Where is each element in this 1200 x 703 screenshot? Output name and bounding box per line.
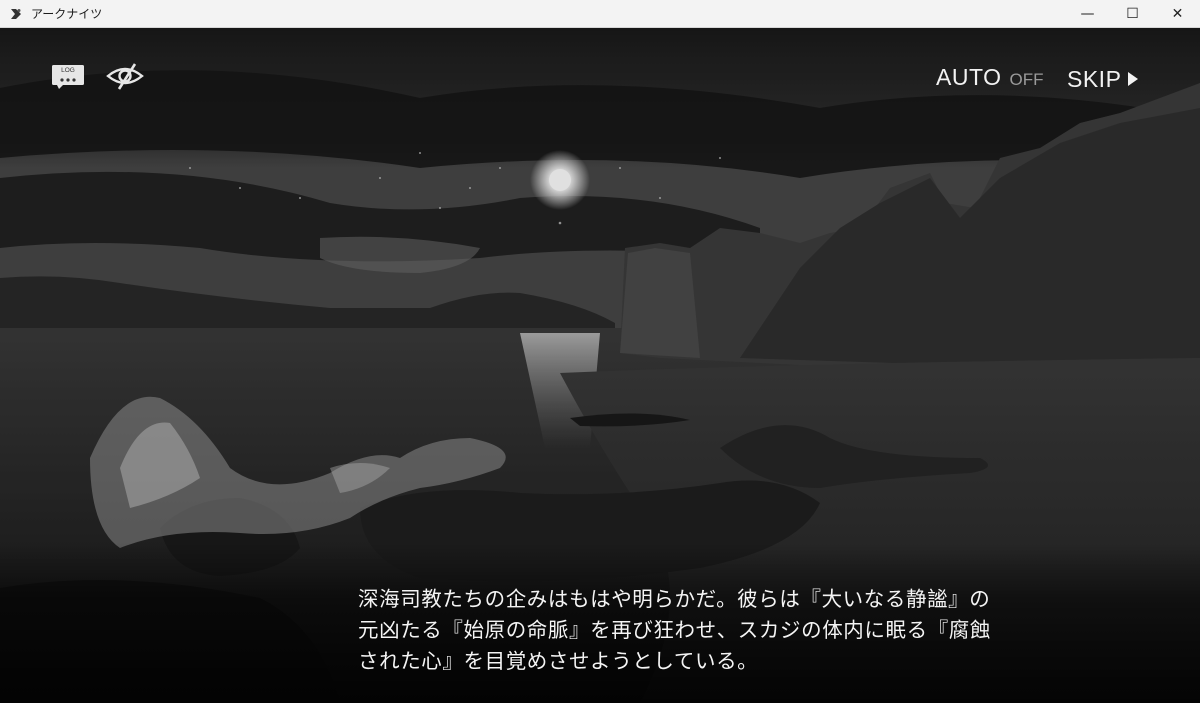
minimize-icon: — <box>1080 6 1095 22</box>
dialogue-line: された心』を目覚めさせようとしている。 <box>358 649 759 673</box>
hide-ui-button[interactable] <box>105 60 145 92</box>
auto-state: OFF <box>1009 70 1044 89</box>
log-button[interactable]: LOG <box>51 64 85 90</box>
dialogue-box[interactable]: 深海司教たちの企みはもはや明らかだ。彼らは『大いなる静謐』の 元凶たる『始原の命… <box>358 584 1048 677</box>
dialogue-line: 深海司教たちの企みはもはや明らかだ。彼らは『大いなる静謐』の <box>358 587 991 611</box>
arknights-logo-icon <box>11 8 21 19</box>
eye-slash-icon <box>106 63 144 90</box>
close-icon: ✕ <box>1171 6 1184 22</box>
window-controls: — ☐ ✕ <box>1065 0 1200 28</box>
auto-button[interactable]: AUTO OFF <box>936 64 1043 94</box>
skip-label: SKIP <box>1067 65 1122 92</box>
minimize-button[interactable]: — <box>1065 0 1110 28</box>
window-titlebar: アークナイツ — ☐ ✕ <box>0 0 1200 28</box>
dialogue-line: 元凶たる『始原の命脈』を再び狂わせ、スカジの体内に眠る『腐蝕 <box>358 618 991 642</box>
maximize-icon: ☐ <box>1126 6 1139 22</box>
log-icon: LOG <box>52 65 84 89</box>
auto-label: AUTO <box>936 64 1002 90</box>
maximize-button[interactable]: ☐ <box>1110 0 1155 28</box>
skip-button[interactable]: SKIP <box>1067 64 1139 94</box>
play-triangle-icon <box>1128 72 1139 86</box>
close-button[interactable]: ✕ <box>1155 0 1200 28</box>
window-title: アークナイツ <box>31 7 103 21</box>
log-label: LOG <box>61 67 75 74</box>
